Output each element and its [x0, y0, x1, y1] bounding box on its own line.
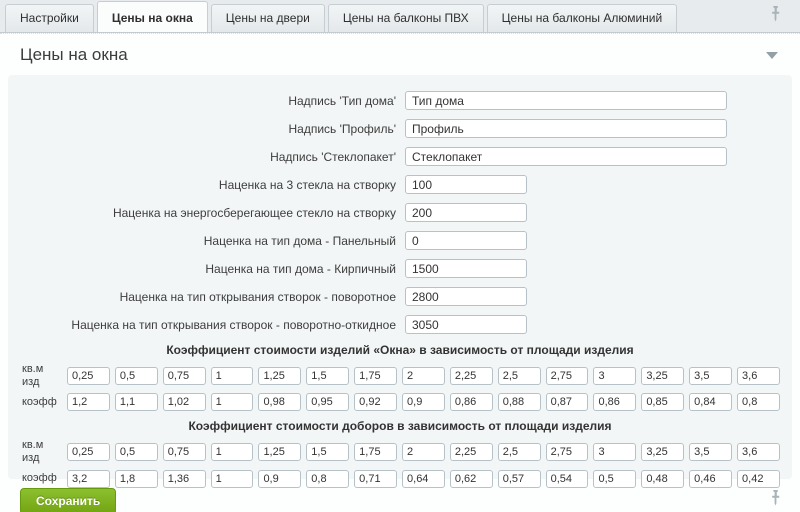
field-input[interactable] — [405, 91, 727, 110]
field-input[interactable] — [405, 315, 527, 334]
field-label: Надпись 'Стеклопакет' — [20, 150, 405, 164]
field-label: Наценка на тип открывания створок - пово… — [20, 290, 405, 304]
area-input[interactable] — [211, 367, 254, 385]
form-row: Надпись 'Тип дома' — [20, 91, 780, 110]
tab[interactable]: Цены на балконы Алюминий — [487, 4, 678, 32]
coef-row: кв.м изд — [20, 439, 780, 464]
area-input[interactable] — [450, 367, 493, 385]
coeff-input[interactable] — [67, 393, 110, 411]
area-input[interactable] — [593, 367, 636, 385]
form-row: Наценка на энергосберегающее стекло на с… — [20, 203, 780, 222]
area-input[interactable] — [450, 443, 493, 461]
area-input[interactable] — [258, 443, 301, 461]
area-input[interactable] — [402, 367, 445, 385]
area-input[interactable] — [306, 367, 349, 385]
area-input[interactable] — [163, 443, 206, 461]
tab[interactable]: Цены на двери — [211, 4, 325, 32]
area-input[interactable] — [641, 367, 684, 385]
form-row: Наценка на тип дома - Панельный — [20, 231, 780, 250]
form-fields: Надпись 'Тип дома' Надпись 'Профиль' Надпи… — [20, 91, 780, 334]
save-button[interactable]: Сохранить — [20, 488, 116, 512]
section-title: Коэффициент стоимости доборов в зависимо… — [20, 419, 780, 433]
chevron-down-icon[interactable] — [766, 52, 778, 59]
area-input[interactable] — [641, 443, 684, 461]
area-input[interactable] — [498, 443, 541, 461]
coef-row-label: кв.м изд — [20, 439, 62, 464]
area-input[interactable] — [546, 443, 589, 461]
area-input[interactable] — [689, 367, 732, 385]
area-input[interactable] — [354, 367, 397, 385]
coeff-input[interactable] — [737, 393, 780, 411]
coeff-input[interactable] — [306, 393, 349, 411]
page-title: Цены на окна — [20, 45, 128, 64]
area-input[interactable] — [258, 367, 301, 385]
form-row: Наценка на тип открывания створок - пово… — [20, 287, 780, 306]
area-input[interactable] — [737, 367, 780, 385]
form-row: Наценка на 3 стекла на створку — [20, 175, 780, 194]
area-input[interactable] — [67, 443, 110, 461]
area-input[interactable] — [67, 367, 110, 385]
area-input[interactable] — [737, 443, 780, 461]
field-label: Наценка на тип дома - Кирпичный — [20, 262, 405, 276]
panel-header: Цены на окна — [0, 34, 800, 75]
field-input[interactable] — [405, 231, 527, 250]
area-input[interactable] — [211, 443, 254, 461]
pin-icon[interactable] — [769, 5, 782, 22]
field-input[interactable] — [405, 175, 527, 194]
coeff-input[interactable] — [258, 393, 301, 411]
form-row: Наценка на тип дома - Кирпичный — [20, 259, 780, 278]
coef-row: коэфф — [20, 393, 780, 411]
tab[interactable]: Цены на балконы ПВХ — [328, 4, 484, 32]
form-row: Надпись 'Профиль' — [20, 119, 780, 138]
coeff-input[interactable] — [498, 393, 541, 411]
coeff-input[interactable] — [402, 393, 445, 411]
coeff-input[interactable] — [546, 393, 589, 411]
coeff-input[interactable] — [163, 393, 206, 411]
coeff-input[interactable] — [593, 393, 636, 411]
pin-icon[interactable] — [769, 489, 782, 506]
coeff-input[interactable] — [211, 393, 254, 411]
field-label: Наценка на энергосберегающее стекло на с… — [20, 206, 405, 220]
area-input[interactable] — [546, 367, 589, 385]
field-input[interactable] — [405, 203, 527, 222]
tab-bar: НастройкиЦены на окнаЦены на двериЦены н… — [0, 0, 800, 33]
coef-row-label: кв.м изд — [20, 363, 62, 388]
field-input[interactable] — [405, 147, 727, 166]
tab[interactable]: Цены на окна — [97, 1, 208, 32]
field-label: Наценка на тип дома - Панельный — [20, 234, 405, 248]
area-input[interactable] — [593, 443, 636, 461]
settings-form: Надпись 'Тип дома' Надпись 'Профиль' Надпи… — [8, 75, 792, 479]
form-row: Наценка на тип открывания створок - пово… — [20, 315, 780, 334]
field-input[interactable] — [405, 119, 727, 138]
area-input[interactable] — [115, 443, 158, 461]
field-label: Надпись 'Тип дома' — [20, 94, 405, 108]
coeff-input[interactable] — [641, 393, 684, 411]
coeff-input[interactable] — [689, 393, 732, 411]
area-input[interactable] — [354, 443, 397, 461]
field-input[interactable] — [405, 259, 527, 278]
area-input[interactable] — [402, 443, 445, 461]
form-row: Надпись 'Стеклопакет' — [20, 147, 780, 166]
area-input[interactable] — [306, 443, 349, 461]
area-input[interactable] — [115, 367, 158, 385]
area-input[interactable] — [689, 443, 732, 461]
field-label: Надпись 'Профиль' — [20, 122, 405, 136]
coeff-input[interactable] — [115, 393, 158, 411]
area-input[interactable] — [163, 367, 206, 385]
field-label: Наценка на 3 стекла на створку — [20, 178, 405, 192]
coeff-input[interactable] — [354, 393, 397, 411]
footer: Сохранить — [0, 479, 800, 512]
coefficient-sections: Коэффициент стоимости изделий «Окна» в з… — [20, 343, 780, 488]
coef-row-label: коэфф — [20, 396, 62, 409]
coeff-input[interactable] — [450, 393, 493, 411]
area-input[interactable] — [498, 367, 541, 385]
field-input[interactable] — [405, 287, 527, 306]
field-label: Наценка на тип открывания створок - пово… — [20, 318, 405, 332]
coef-row: кв.м изд — [20, 363, 780, 388]
tab[interactable]: Настройки — [5, 4, 94, 32]
panel-prices-windows: Цены на окна Надпись 'Тип дома'Надпись '… — [0, 33, 800, 512]
section-title: Коэффициент стоимости изделий «Окна» в з… — [20, 343, 780, 357]
